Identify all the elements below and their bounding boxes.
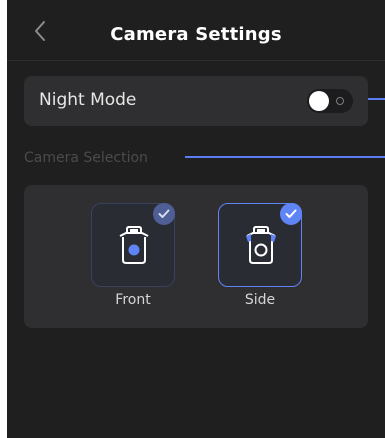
camera-option-front-label: Front — [115, 292, 151, 308]
camera-selection-panel: Front Side — [24, 185, 368, 328]
header-bar: Camera Settings — [7, 0, 385, 61]
night-mode-label: Night Mode — [39, 90, 137, 110]
camera-option-front[interactable] — [91, 203, 175, 287]
check-badge-icon — [153, 203, 175, 225]
check-badge-icon — [280, 203, 302, 225]
night-mode-toggle[interactable] — [307, 89, 353, 113]
annotation-line-camera-selection — [185, 156, 385, 158]
front-camera-icon — [119, 226, 149, 264]
annotation-line-night-mode — [368, 98, 385, 100]
camera-selection-label: Camera Selection — [24, 150, 148, 166]
toggle-off-indicator-icon — [336, 97, 344, 105]
camera-option-side[interactable] — [218, 203, 302, 287]
camera-option-side-label: Side — [244, 292, 276, 308]
camera-settings-screen: Camera Settings Night Mode Camera Select… — [7, 0, 385, 438]
toggle-knob — [309, 91, 329, 111]
side-camera-icon — [246, 226, 276, 264]
page-title: Camera Settings — [110, 24, 282, 45]
night-mode-row: Night Mode — [24, 76, 368, 126]
